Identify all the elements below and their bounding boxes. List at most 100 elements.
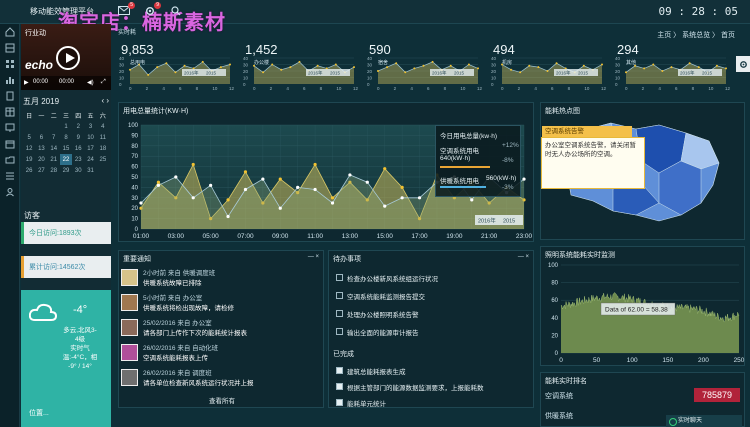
- calendar-day[interactable]: 11: [97, 132, 109, 143]
- done-item[interactable]: 建筑总能耗报表生成: [336, 366, 406, 376]
- calendar-icon[interactable]: [0, 136, 20, 152]
- calendar-day[interactable]: 6: [35, 132, 47, 143]
- notice-item[interactable]: 2小时前 来自 供暖调度班 供暖系统故障已排除: [119, 267, 319, 289]
- calendar-day[interactable]: 2: [72, 121, 84, 132]
- calendar-day[interactable]: 10: [84, 132, 96, 143]
- series-point[interactable]: [417, 196, 422, 200]
- done-item[interactable]: 根据主管部门的能源数据监测要求，上报能耗数: [336, 382, 484, 392]
- series-point[interactable]: [296, 185, 300, 189]
- chart-icon[interactable]: [0, 72, 20, 88]
- weather-location[interactable]: 位置...: [29, 408, 49, 418]
- grid-icon[interactable]: [0, 56, 20, 72]
- notice-item[interactable]: 26/02/2016 来自 自动化班 空调系统能耗报表上传: [119, 342, 319, 364]
- calendar-day[interactable]: 24: [84, 154, 96, 165]
- kpi-card[interactable]: 294 40 30 20 10 0 0 2 4 6 8 10 12 2016年 2015 其他: [614, 42, 730, 92]
- series-point[interactable]: [226, 198, 230, 202]
- kpi-card[interactable]: 1,452 40 30 20 10 0 0 2 4 6 8 10 12 2016年 2015 办公楼: [242, 42, 358, 92]
- home-icon[interactable]: [0, 24, 20, 40]
- video-play-small-icon[interactable]: ▶: [24, 79, 29, 86]
- video-player[interactable]: 行业动 echo ▶ 00:00 00:00 ◀) ⤢: [21, 24, 111, 90]
- gear-icon[interactable]: 9: [144, 2, 161, 16]
- calendar-day[interactable]: 1: [60, 121, 72, 132]
- series-point[interactable]: [348, 173, 352, 177]
- kpi-card[interactable]: 9,853 40 30 20 10 0 0 2 4 6 8 10 12 2016年 2015 总用电: [118, 42, 234, 92]
- table-icon[interactable]: [0, 104, 20, 120]
- series-point[interactable]: [400, 196, 404, 200]
- series-point[interactable]: [243, 187, 248, 192]
- kpi-card[interactable]: 494 40 30 20 10 0 0 2 4 6 8 10 12 2016年 2015 机房: [490, 42, 606, 92]
- series-point[interactable]: [226, 214, 230, 219]
- calendar-day[interactable]: 9: [72, 132, 84, 143]
- series-point[interactable]: [522, 177, 526, 181]
- done-item[interactable]: 能耗单元统计: [336, 398, 386, 408]
- notice-item[interactable]: 26/02/2016 来自 调度班 请各单位检查新风系统运行状况并上报: [119, 367, 319, 389]
- series-point[interactable]: [139, 201, 143, 205]
- series-point[interactable]: [365, 180, 369, 184]
- series-point[interactable]: [278, 206, 282, 210]
- series-point[interactable]: [313, 187, 317, 192]
- todo-item[interactable]: 检查办公楼新风系统组运行状况: [336, 273, 438, 283]
- calendar-day[interactable]: 29: [60, 165, 72, 176]
- kpi-card[interactable]: 590 40 30 20 10 0 0 2 4 6 8 10 12 2016年 2015 宿舍: [366, 42, 482, 92]
- series-point[interactable]: [156, 183, 161, 187]
- calendar-day[interactable]: 27: [35, 165, 47, 176]
- todo-tools[interactable]: — ×: [518, 254, 529, 260]
- calendar-day[interactable]: 8: [60, 132, 72, 143]
- series-point[interactable]: [470, 198, 474, 202]
- series-point[interactable]: [243, 170, 248, 174]
- chat-status-button[interactable]: 实时聊天: [666, 415, 742, 427]
- notice-tools[interactable]: — ×: [308, 254, 319, 260]
- volume-icon[interactable]: ◀): [87, 79, 94, 86]
- series-point[interactable]: [278, 177, 282, 181]
- series-point[interactable]: [209, 183, 213, 187]
- calendar-day[interactable]: 16: [72, 143, 84, 154]
- play-icon[interactable]: [56, 46, 80, 70]
- calendar-day[interactable]: 12: [23, 143, 35, 154]
- calendar-day[interactable]: 13: [35, 143, 47, 154]
- todo-item[interactable]: 空调系统能耗监测报告提交: [336, 291, 425, 301]
- calendar-day[interactable]: 4: [97, 121, 109, 132]
- see-all-link[interactable]: 查看所有: [119, 395, 325, 405]
- calendar-day[interactable]: 19: [23, 154, 35, 165]
- calendar-day[interactable]: 25: [97, 154, 109, 165]
- notice-item[interactable]: 5小时前 来自 办公室 供暖系统将检出现故障，请检修: [119, 292, 319, 314]
- series-point[interactable]: [400, 185, 404, 189]
- series-point[interactable]: [313, 162, 317, 167]
- calendar-day[interactable]: 31: [84, 165, 96, 176]
- calendar-nav[interactable]: ‹ ›: [101, 96, 109, 105]
- series-point[interactable]: [174, 175, 178, 179]
- calendar-day[interactable]: 7: [48, 132, 60, 143]
- calendar-day[interactable]: 26: [23, 165, 35, 176]
- series-point[interactable]: [156, 180, 161, 184]
- calendar-day[interactable]: 20: [35, 154, 47, 165]
- calendar-day[interactable]: 14: [48, 143, 60, 154]
- series-point[interactable]: [261, 177, 265, 181]
- calendar-day[interactable]: 30: [72, 165, 84, 176]
- mail-icon[interactable]: 5: [118, 2, 135, 16]
- list-icon[interactable]: [0, 168, 20, 184]
- calendar-day[interactable]: 22: [59, 154, 73, 165]
- series-point[interactable]: [330, 196, 335, 200]
- calendar-day[interactable]: 21: [48, 154, 60, 165]
- calendar-day[interactable]: 28: [48, 165, 60, 176]
- document-icon[interactable]: [0, 88, 20, 104]
- notice-item[interactable]: 25/02/2016 来自 办公室 请各部门上传作下次的能耗统计报表: [119, 317, 319, 339]
- settings-gear-icon[interactable]: [736, 56, 750, 72]
- fullscreen-icon[interactable]: ⤢: [101, 79, 106, 86]
- calendar-day[interactable]: 23: [72, 154, 84, 165]
- user-icon[interactable]: [0, 184, 20, 200]
- calendar-day[interactable]: 5: [23, 132, 35, 143]
- calendar-day[interactable]: 3: [84, 121, 96, 132]
- breadcrumb[interactable]: 主页 〉 系统总览 〉 首页: [657, 30, 735, 40]
- monitor-icon[interactable]: [0, 120, 20, 136]
- series-point[interactable]: [191, 162, 195, 167]
- series-point[interactable]: [330, 201, 335, 205]
- series-point[interactable]: [383, 204, 387, 208]
- folder-icon[interactable]: [0, 152, 20, 168]
- todo-item[interactable]: 输出全面的能源审计报告: [336, 327, 419, 337]
- calendar-day[interactable]: 17: [84, 143, 96, 154]
- calendar-day[interactable]: 15: [60, 143, 72, 154]
- series-point[interactable]: [383, 167, 387, 171]
- search-icon[interactable]: [170, 6, 182, 16]
- series-point[interactable]: [191, 196, 195, 200]
